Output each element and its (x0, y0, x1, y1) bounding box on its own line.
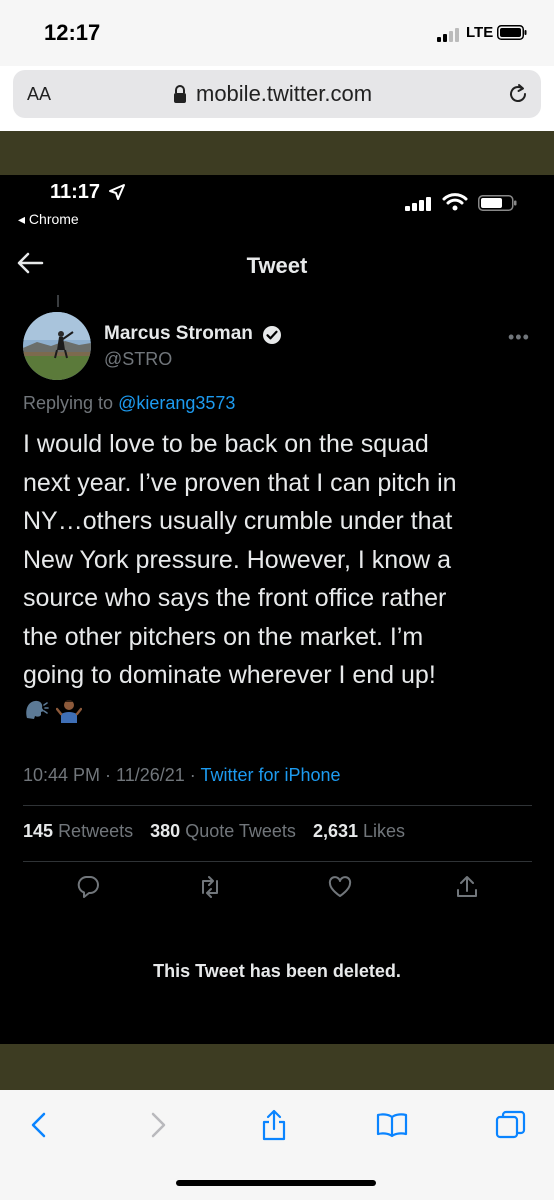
divider (23, 861, 532, 862)
tweet-stats: 145 Retweets 380 Quote Tweets 2,631 Like… (23, 821, 405, 842)
replying-prefix: Replying to (23, 393, 119, 413)
verified-badge-icon (263, 326, 281, 344)
battery-icon (497, 25, 527, 40)
bookmarks-icon[interactable] (375, 1108, 409, 1142)
likes-label: Likes (363, 821, 406, 841)
network-label: LTE (466, 24, 494, 41)
replying-to: Replying to @kierang3573 (23, 393, 235, 414)
person-shrugging-icon (56, 700, 83, 723)
forward-icon[interactable] (141, 1108, 175, 1142)
reply-icon[interactable] (75, 874, 101, 900)
outer-status-bar: 12:17 LTE (0, 0, 554, 66)
more-icon[interactable]: ••• (508, 327, 530, 348)
inner-status-time: 11:17 (50, 181, 101, 203)
signal-icon (437, 28, 461, 42)
mention-link[interactable]: @kierang3573 (118, 393, 235, 413)
likes-stat[interactable]: 2,631 Likes (313, 821, 405, 841)
quotes-stat[interactable]: 380 Quote Tweets (150, 821, 296, 841)
retweet-icon[interactable] (197, 874, 223, 900)
thread-connector (57, 295, 59, 307)
likes-count: 2,631 (312, 821, 358, 841)
retweets-label: Retweets (58, 821, 134, 841)
tweet-source-link[interactable]: Twitter for iPhone (200, 765, 340, 785)
page-background-band-top (0, 131, 554, 175)
tweet-meta: 10:44 PM · 11/26/21 · Twitter for iPhone (23, 765, 341, 786)
page-background-band-bottom (0, 1044, 554, 1090)
meta-separator: · (100, 765, 117, 785)
signal-icon (405, 197, 433, 211)
battery-icon (478, 195, 517, 211)
retweets-count: 145 (23, 821, 54, 841)
author-name[interactable]: Marcus Stroman (104, 323, 253, 345)
tweet-line: source who says the front office rather (23, 584, 447, 612)
text-size-button[interactable]: AA (27, 84, 51, 105)
url-text[interactable]: mobile.twitter.com (196, 81, 372, 107)
meta-separator: · (184, 765, 201, 785)
outer-status-time: 12:17 (44, 20, 101, 45)
page-title: Tweet (246, 253, 308, 278)
author-handle[interactable]: @STRO (104, 349, 172, 370)
back-to-app-link[interactable]: ◂ Chrome (18, 211, 79, 228)
tweet-line: the other pitchers on the market. I’m (23, 622, 424, 651)
like-icon[interactable] (327, 874, 353, 900)
address-bar[interactable]: AA mobile.twitter.com (13, 70, 541, 118)
tabs-icon[interactable] (494, 1108, 528, 1142)
tweet-screenshot: 11:17 ◂ Chrome Tweet Marcus Stroman @STR… (0, 175, 554, 1044)
avatar[interactable] (23, 312, 91, 380)
tweet-date: 11/26/21 (116, 765, 185, 785)
emoji-row (23, 697, 85, 723)
deleted-notice: This Tweet has been deleted. (153, 961, 401, 981)
location-arrow-icon (109, 184, 125, 200)
reload-icon[interactable] (507, 83, 529, 105)
home-indicator[interactable] (176, 1180, 376, 1186)
quotes-label: Quote Tweets (185, 821, 296, 841)
tweet-line: NY…others usually crumble under that (23, 507, 453, 535)
tweet-text: I would love to be back on the squad nex… (23, 425, 543, 695)
divider (23, 805, 532, 806)
tweet-line: next year. I’ve proven that I can pitch … (23, 468, 457, 497)
back-icon[interactable] (22, 1108, 56, 1142)
wifi-icon (442, 193, 468, 211)
tweet-line: going to dominate wherever I end up! (23, 661, 436, 689)
lock-icon (174, 85, 186, 103)
share-icon[interactable] (257, 1108, 291, 1142)
retweets-stat[interactable]: 145 Retweets (23, 821, 133, 841)
tweet-line: I would love to be back on the squad (23, 430, 429, 458)
quotes-count: 380 (150, 821, 181, 841)
speaking-head-icon (26, 700, 49, 719)
share-icon[interactable] (454, 874, 480, 900)
tweet-time: 10:44 PM (23, 765, 101, 785)
tweet-line: New York pressure. However, I know a (23, 545, 451, 574)
